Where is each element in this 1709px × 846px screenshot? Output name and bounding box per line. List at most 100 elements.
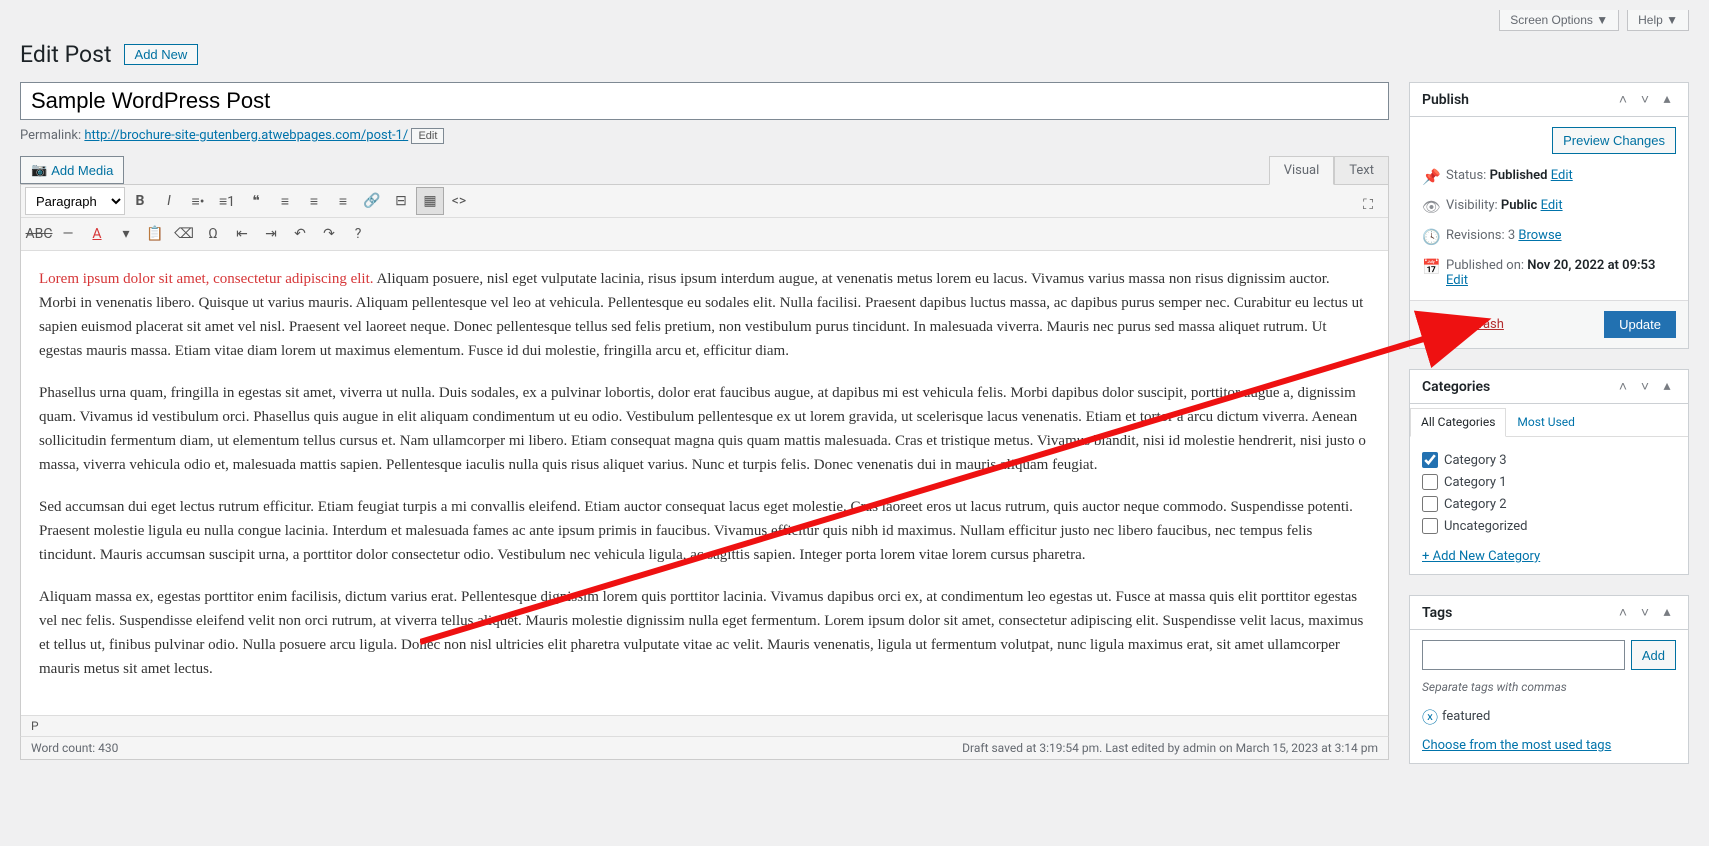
add-new-post-button[interactable]: Add New [124,44,199,65]
toggle-icon[interactable]: ▴ [1658,604,1676,621]
category-item[interactable]: Category 2 [1422,493,1676,515]
toolbar-toggle-icon[interactable]: ▦ [416,187,444,215]
redo-icon[interactable]: ↷ [315,220,343,248]
outdent-icon[interactable]: ⇤ [228,220,256,248]
page-title: Edit Post [20,41,112,68]
category-checkbox[interactable] [1422,518,1438,534]
tab-most-used[interactable]: Most Used [1506,408,1586,436]
permalink-edit-button[interactable]: Edit [411,128,444,144]
category-label: Category 2 [1444,497,1507,512]
special-char-icon[interactable]: Ω [199,220,227,248]
move-down-icon[interactable]: ˅ [1636,604,1654,621]
category-checkbox[interactable] [1422,452,1438,468]
align-left-icon[interactable]: ≡ [271,187,299,215]
add-media-label: Add Media [51,163,113,178]
categories-box: Categories ˄˅▴ All Categories Most Used … [1409,369,1689,575]
published-value: Nov 20, 2022 at 09:53 [1527,258,1655,273]
move-up-icon[interactable]: ˄ [1614,91,1632,108]
bullet-list-icon[interactable]: ≡• [184,187,212,215]
tags-box: Tags ˄˅▴ Add Separate tags with commas ⓧ… [1409,595,1689,764]
status-edit-link[interactable]: Edit [1551,168,1573,183]
editor-status-path: P [21,715,1388,736]
published-edit-link[interactable]: Edit [1446,273,1468,288]
move-down-icon[interactable]: ˅ [1636,91,1654,108]
fullscreen-icon[interactable]: ⛶ [1354,191,1382,219]
status-label: Status: [1446,168,1486,183]
status-value: Published [1490,168,1548,183]
number-list-icon[interactable]: ≡1 [213,187,241,215]
remove-tag-icon[interactable]: ⓧ [1422,704,1438,728]
align-right-icon[interactable]: ≡ [329,187,357,215]
category-label: Category 1 [1444,475,1507,490]
help-icon[interactable]: ? [344,220,372,248]
category-item[interactable]: Uncategorized [1422,515,1676,537]
revisions-browse-link[interactable]: Browse [1518,228,1561,243]
editor-toolbar-row-1: Paragraph B I ≡• ≡1 ❝ ≡ ≡ ≡ 🔗 ⊟ ▦ <> ⛶ [21,185,1388,218]
visibility-edit-link[interactable]: Edit [1541,198,1563,213]
camera-icon: 📷 [31,162,47,178]
italic-icon[interactable]: I [155,187,183,215]
update-button[interactable]: Update [1604,311,1676,338]
move-to-trash-link[interactable]: Move to Trash [1422,317,1504,332]
publish-box: Publish ˄ ˅ ▴ Preview Changes 📌 Status: … [1409,82,1689,349]
help-button[interactable]: Help ▼ [1627,10,1689,31]
add-media-button[interactable]: 📷 Add Media [20,156,124,184]
readmore-icon[interactable]: ⊟ [387,187,415,215]
screen-options-button[interactable]: Screen Options ▼ [1499,10,1619,31]
strikethrough-icon[interactable]: ABC [25,220,53,248]
toggle-icon[interactable]: ▴ [1658,378,1676,395]
pin-icon: 📌 [1422,168,1438,186]
permalink-url-link[interactable]: http://brochure-site-gutenberg.atwebpage… [84,128,408,143]
publish-heading: Publish [1422,92,1469,108]
published-label: Published on: [1446,258,1524,273]
link-icon[interactable]: 🔗 [358,187,386,215]
calendar-icon: 📅 [1422,258,1438,276]
move-down-icon[interactable]: ˅ [1636,378,1654,395]
revisions-label: Revisions: [1446,228,1505,243]
save-status: Draft saved at 3:19:54 pm. Last edited b… [962,741,1378,755]
tab-visual[interactable]: Visual [1269,156,1335,185]
format-select[interactable]: Paragraph [25,187,125,215]
toggle-icon[interactable]: ▴ [1658,91,1676,108]
move-up-icon[interactable]: ˄ [1614,604,1632,621]
text-color-icon[interactable]: A [83,220,111,248]
tab-all-categories[interactable]: All Categories [1410,408,1506,437]
editor-toolbar-row-2: ABC — A ▾ 📋 ⌫ Ω ⇤ ⇥ ↶ ↷ ? [21,218,1388,251]
editor-box: Paragraph B I ≡• ≡1 ❝ ≡ ≡ ≡ 🔗 ⊟ ▦ <> ⛶ A… [20,184,1389,737]
visibility-value: Public [1501,198,1537,213]
paste-text-icon[interactable]: 📋 [141,220,169,248]
eye-icon: 👁 [1422,198,1438,216]
undo-icon[interactable]: ↶ [286,220,314,248]
editor-content-area[interactable]: Lorem ipsum dolor sit amet, consectetur … [21,251,1388,715]
category-label: Category 3 [1444,453,1507,468]
indent-icon[interactable]: ⇥ [257,220,285,248]
revisions-icon: 🕓 [1422,228,1438,246]
choose-tags-link[interactable]: Choose from the most used tags [1422,738,1611,753]
revisions-value: 3 [1508,228,1515,243]
add-new-category-link[interactable]: + Add New Category [1422,549,1676,564]
align-center-icon[interactable]: ≡ [300,187,328,215]
category-label: Uncategorized [1444,519,1527,534]
tag-hint: Separate tags with commas [1422,680,1676,694]
permalink-label: Permalink: [20,128,81,143]
categories-heading: Categories [1422,379,1490,395]
tab-text[interactable]: Text [1334,156,1389,184]
text-color-dropdown-icon[interactable]: ▾ [112,220,140,248]
hr-icon[interactable]: — [54,220,82,248]
content-p3: Sed accumsan dui eget lectus rutrum effi… [39,495,1370,567]
category-item[interactable]: Category 3 [1422,449,1676,471]
blockquote-icon[interactable]: ❝ [242,187,270,215]
move-up-icon[interactable]: ˄ [1614,378,1632,395]
content-p2: Phasellus urna quam, fringilla in egesta… [39,381,1370,477]
code-icon[interactable]: <> [445,187,473,215]
category-item[interactable]: Category 1 [1422,471,1676,493]
category-checkbox[interactable] [1422,474,1438,490]
add-tag-button[interactable]: Add [1631,640,1676,670]
tags-heading: Tags [1422,605,1452,621]
preview-changes-button[interactable]: Preview Changes [1552,127,1676,154]
category-checkbox[interactable] [1422,496,1438,512]
post-title-input[interactable] [20,82,1389,120]
tag-input[interactable] [1422,640,1625,670]
clear-format-icon[interactable]: ⌫ [170,220,198,248]
bold-icon[interactable]: B [126,187,154,215]
